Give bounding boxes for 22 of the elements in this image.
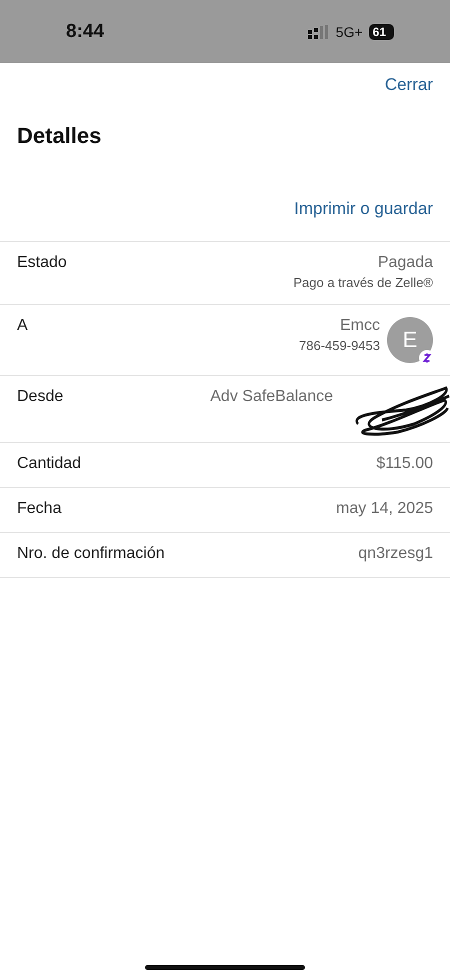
row-label: Cantidad (17, 455, 82, 473)
close-link[interactable]: Cerrar (384, 75, 433, 95)
page-title: Detalles (17, 123, 102, 149)
print-link[interactable]: Imprimir o guardar (294, 199, 433, 241)
battery-level: 61 (368, 24, 394, 40)
row-subtext: Pago a través de Zelle® (293, 275, 433, 290)
row-value: may 14, 2025 (336, 500, 433, 518)
row-label: Fecha (17, 500, 62, 518)
row-label: A (17, 317, 28, 335)
row-label: Desde (17, 388, 64, 406)
row-subtext: 786-459-9453 (299, 338, 380, 353)
status-time: 8:44 (66, 20, 104, 42)
row-label: Estado (17, 254, 67, 272)
row-label: Nro. de confirmación (17, 545, 165, 563)
signal-icon (308, 24, 330, 38)
avatar: E (387, 317, 433, 363)
row-value: Pagada (378, 254, 433, 272)
row-value: Emcc (340, 317, 380, 335)
row-value: $115.00 (376, 455, 433, 473)
network-label: 5G+ (336, 24, 363, 40)
row-value: Adv SafeBalance (210, 388, 333, 406)
row-value: qn3rzesg1 (358, 545, 433, 563)
